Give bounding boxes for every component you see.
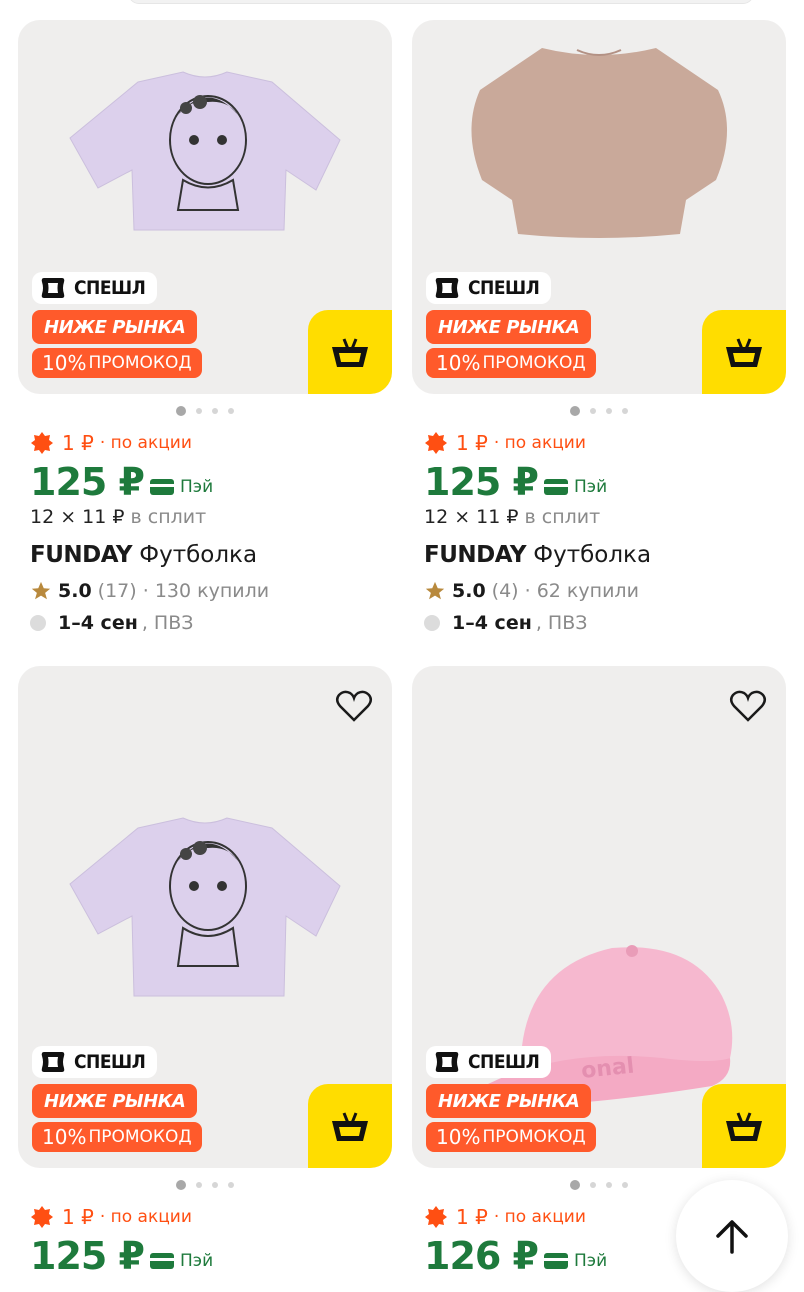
add-to-cart-button[interactable] <box>702 310 786 394</box>
special-logo-icon <box>435 278 459 298</box>
card-icon <box>544 479 568 495</box>
sun-badge-icon <box>425 432 447 454</box>
special-logo-icon <box>435 1052 459 1072</box>
special-badge: СПЕШЛ <box>426 1046 552 1078</box>
below-market-badge: НИЖЕ РЫНКА <box>32 310 198 344</box>
basket-icon <box>726 1112 762 1141</box>
price-line: 125 ₽ Пэй <box>30 460 214 504</box>
promo-price-line: 1 ₽ · по акции <box>424 428 774 458</box>
basket-icon <box>332 1112 368 1141</box>
favorite-button[interactable] <box>334 686 374 726</box>
basket-icon <box>332 338 368 367</box>
product-title[interactable]: FUNDAY Футболка <box>424 542 774 574</box>
split-payment: 12 × 11 ₽ в сплит <box>424 506 601 528</box>
product-card[interactable]: СПЕШЛ НИЖЕ РЫНКА 10% ПРОМОКОД 1 ₽ · по акц… <box>18 666 392 1278</box>
add-to-cart-button[interactable] <box>308 1084 392 1168</box>
rating-line: 5.0 (4) · 62 купили <box>424 576 774 606</box>
below-market-badge: НИЖЕ РЫНКА <box>32 1084 198 1118</box>
promo-code-badge: 10% ПРОМОКОД <box>32 1122 202 1152</box>
image-pager <box>18 1180 392 1190</box>
image-pager <box>18 406 392 416</box>
delivery-line: 1–4 сен, ПВЗ <box>30 608 380 638</box>
star-icon <box>425 581 445 600</box>
below-market-badge: НИЖЕ РЫНКА <box>426 310 592 344</box>
product-card[interactable]: СПЕШЛ НИЖЕ РЫНКА 10% ПРОМОКОД 1 ₽ · по акц… <box>18 20 392 638</box>
promo-code-badge: 10% ПРОМОКОД <box>426 348 596 378</box>
product-card[interactable]: СПЕШЛ НИЖЕ РЫНКА 10% ПРОМОКОД 1 ₽ · по акц… <box>412 20 786 638</box>
product-photo[interactable]: СПЕШЛ НИЖЕ РЫНКА 10% ПРОМОКОД <box>18 666 392 1168</box>
price: 125 ₽ <box>30 460 145 504</box>
card-icon <box>150 479 174 495</box>
delivery-line: 1–4 сен, ПВЗ <box>424 608 774 638</box>
basket-icon <box>726 338 762 367</box>
rating-line: 5.0 (17) · 130 купили <box>30 576 380 606</box>
promo-price-line: 1 ₽ · по акции <box>30 428 380 458</box>
add-to-cart-button[interactable] <box>702 1084 786 1168</box>
product-photo[interactable]: onal СПЕШЛ НИЖЕ РЫНКА 10% ПРОМОКОД <box>412 666 786 1168</box>
favorite-button[interactable] <box>728 686 768 726</box>
price-line: 125 ₽ Пэй <box>424 460 608 504</box>
below-market-badge: НИЖЕ РЫНКА <box>426 1084 592 1118</box>
star-icon <box>31 581 51 600</box>
special-badge: СПЕШЛ <box>32 1046 158 1078</box>
heart-icon <box>730 690 766 722</box>
product-title[interactable]: FUNDAY Футболка <box>30 542 380 574</box>
special-badge: СПЕШЛ <box>426 272 552 304</box>
price: 126 ₽ <box>424 1234 539 1278</box>
card-icon <box>150 1253 174 1269</box>
promo-price-line: 1 ₽ · по акции <box>30 1202 380 1232</box>
scroll-to-top-button[interactable] <box>676 1180 788 1292</box>
sun-badge-icon <box>425 1206 447 1228</box>
arrow-up-icon <box>716 1220 748 1254</box>
image-pager <box>412 406 786 416</box>
split-payment: 12 × 11 ₽ в сплит <box>30 506 207 528</box>
promo-code-badge: 10% ПРОМОКОД <box>32 348 202 378</box>
special-logo-icon <box>41 1052 65 1072</box>
sun-badge-icon <box>31 1206 53 1228</box>
product-photo[interactable]: СПЕШЛ НИЖЕ РЫНКА 10% ПРОМОКОД <box>18 20 392 394</box>
card-icon <box>544 1253 568 1269</box>
add-to-cart-button[interactable] <box>308 310 392 394</box>
special-badge: СПЕШЛ <box>32 272 158 304</box>
price-line: 125 ₽ Пэй <box>30 1234 214 1278</box>
promo-code-badge: 10% ПРОМОКОД <box>426 1122 596 1152</box>
price: 125 ₽ <box>30 1234 145 1278</box>
special-logo-icon <box>41 278 65 298</box>
product-photo[interactable]: СПЕШЛ НИЖЕ РЫНКА 10% ПРОМОКОД <box>412 20 786 394</box>
sun-badge-icon <box>31 432 53 454</box>
price: 125 ₽ <box>424 460 539 504</box>
search-bar-edge[interactable] <box>128 0 754 4</box>
heart-icon <box>336 690 372 722</box>
